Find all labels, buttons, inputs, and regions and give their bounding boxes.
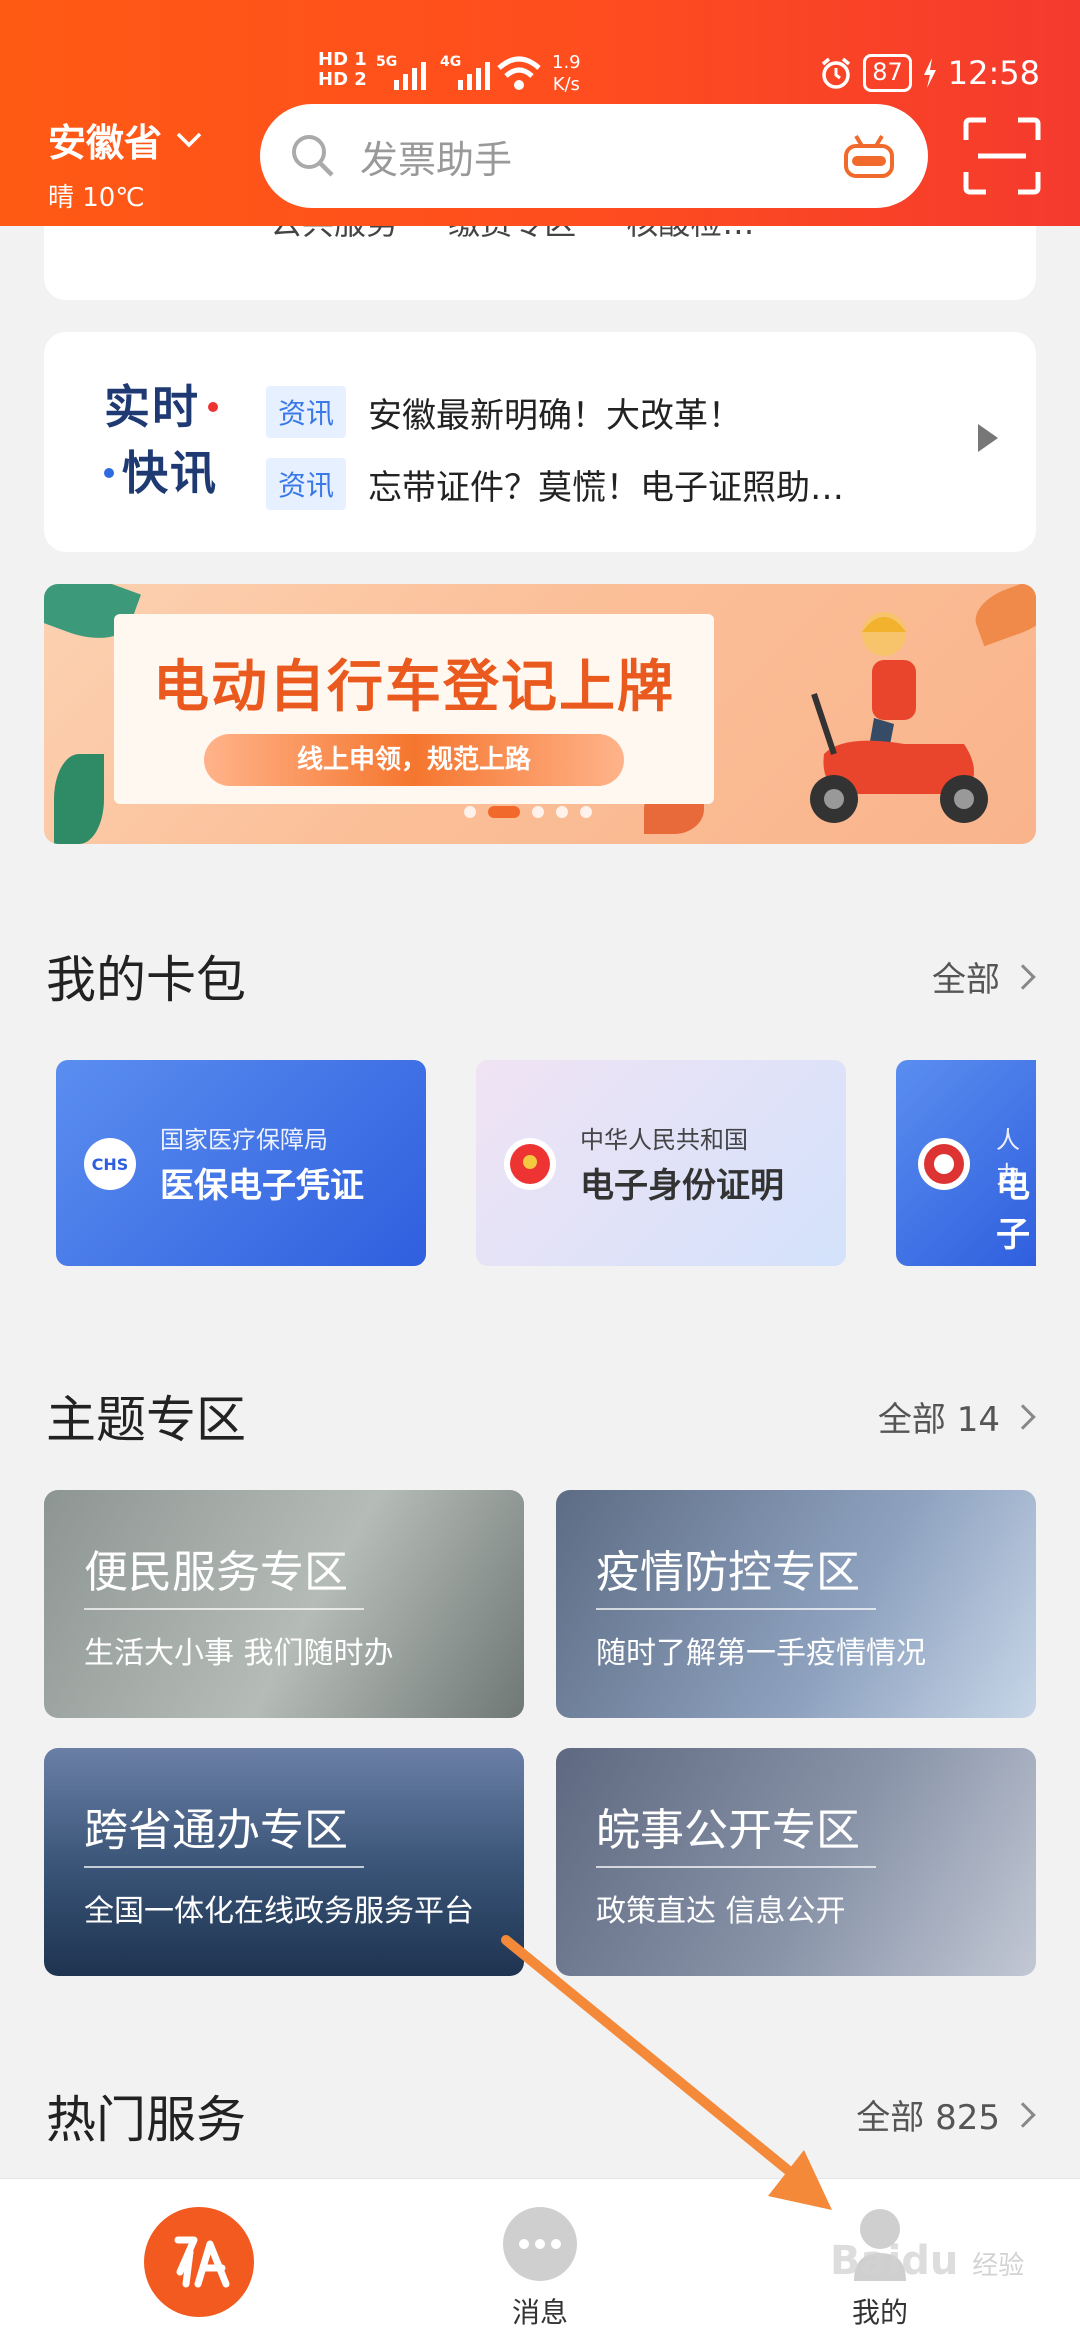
themes-more[interactable]: 全部 14 <box>877 1392 1036 1441</box>
wifi-icon <box>497 56 541 90</box>
signal1-icon <box>394 56 426 90</box>
theme-public-affairs[interactable]: 皖事公开专区 政策直达 信息公开 <box>556 1748 1036 1976</box>
search-icon <box>292 135 334 177</box>
news-headline: 安徽最新明确！大改革！ <box>368 395 743 436</box>
page-dot[interactable] <box>556 806 568 818</box>
news-flash-card[interactable]: 实时 快讯 资讯 安徽最新明确！大改革！ 资讯 忘带证件？莫慌！电子证照助… <box>44 332 1036 552</box>
page-dot[interactable] <box>464 806 476 818</box>
national-emblem-icon <box>504 1138 556 1190</box>
page-dot-active[interactable] <box>488 806 520 818</box>
alarm-icon <box>822 57 851 89</box>
theme-divider <box>84 1866 364 1868</box>
chs-emblem-icon: CHS <box>84 1138 136 1190</box>
clock-time: 12:58 <box>947 54 1040 92</box>
hot-services-title: 热门服务 <box>46 2091 246 2149</box>
theme-title: 跨省通办专区 <box>84 1805 348 1856</box>
news-tag: 资讯 <box>266 386 347 438</box>
chat-icon <box>503 2207 577 2281</box>
theme-cross-province[interactable]: 跨省通办专区 全国一体化在线政务服务平台 <box>44 1748 524 1976</box>
card-name: 电子 <box>996 1166 1030 1255</box>
status-right: 87 12:58 <box>819 54 1040 92</box>
theme-title: 便民服务专区 <box>84 1547 348 1598</box>
sim2-label: HD 2 <box>318 69 367 90</box>
charging-icon <box>923 58 936 88</box>
news-item[interactable]: 资讯 安徽最新明确！大改革！ <box>266 386 742 438</box>
battery-indicator: 87 <box>863 54 912 92</box>
hot-services-more[interactable]: 全部 825 <box>856 2090 1036 2139</box>
theme-subtitle: 随时了解第一手疫情情况 <box>596 1636 926 1671</box>
location-selector[interactable]: 安徽省 晴 10℃ <box>48 112 202 214</box>
app-header: HD 1 HD 2 5G 4G 1.9 K/s 87 12:58 安徽省 晴 1… <box>0 0 1080 226</box>
sim1-label: HD 1 <box>318 49 367 70</box>
chevron-down-icon <box>176 132 202 147</box>
page-dot[interactable] <box>580 806 592 818</box>
speed-unit: K/s <box>552 74 580 95</box>
news-item[interactable]: 资讯 忘带证件？莫慌！电子证照助… <box>266 458 844 510</box>
card-name: 医保电子凭证 <box>160 1166 364 1206</box>
news-headline: 忘带证件？莫慌！电子证照助… <box>368 467 845 508</box>
chevron-right-icon <box>1010 963 1036 990</box>
status-bar: HD 1 HD 2 5G 4G 1.9 K/s 87 12:58 <box>0 48 1080 108</box>
banner-pagination[interactable] <box>464 806 592 818</box>
banner-subtitle: 线上申领，规范上路 <box>204 734 624 786</box>
card-org: 国家医疗保障局 <box>160 1126 328 1154</box>
page-dot[interactable] <box>532 806 544 818</box>
card-name: 电子身份证明 <box>580 1166 784 1206</box>
wallet-card-medical[interactable]: CHS 国家医疗保障局 医保电子凭证 <box>56 1060 426 1266</box>
theme-divider <box>596 1866 876 1868</box>
theme-subtitle: 政策直达 信息公开 <box>596 1894 846 1929</box>
card-wallet-more[interactable]: 全部 <box>932 952 1036 1001</box>
scan-icon[interactable] <box>962 116 1042 196</box>
play-arrow-icon[interactable] <box>978 424 998 452</box>
theme-divider <box>596 1608 876 1610</box>
weather-text: 晴 10℃ <box>48 183 145 213</box>
speed-value: 1.9 <box>552 52 581 73</box>
card-wallet-title: 我的卡包 <box>46 951 246 1009</box>
wallet-card-id[interactable]: 中华人民共和国 电子身份证明 <box>476 1060 846 1266</box>
promo-banner[interactable]: 电动自行车登记上牌 线上申领，规范上路 <box>44 584 1036 844</box>
scooter-rider-illustration <box>810 612 988 823</box>
search-placeholder: 发票助手 <box>360 137 513 182</box>
network-speed: 1.9 K/s <box>552 52 581 96</box>
chevron-right-icon <box>1010 1403 1036 1430</box>
news-tag: 资讯 <box>266 458 347 510</box>
chevron-right-icon <box>1010 2101 1036 2128</box>
theme-subtitle: 全国一体化在线政务服务平台 <box>84 1894 474 1929</box>
news-flash-logo: 实时 快讯 <box>104 374 218 506</box>
logo-line2: 快讯 <box>122 446 218 500</box>
banner-panel: 电动自行车登记上牌 线上申领，规范上路 <box>114 614 714 804</box>
more-label: 全部 <box>932 960 1000 1000</box>
network-labels: HD 1 HD 2 <box>318 50 367 90</box>
robot-assistant-icon[interactable] <box>840 130 898 182</box>
baidu-watermark-logo: Baidu 经验 <box>830 2238 1025 2284</box>
messages-tab[interactable]: 消息 <box>480 2207 600 2331</box>
theme-convenience[interactable]: 便民服务专区 生活大小事 我们随时办 <box>44 1490 524 1718</box>
tab-label: 消息 <box>511 2296 568 2329</box>
logo-line1: 实时 <box>104 380 200 434</box>
theme-title: 皖事公开专区 <box>596 1805 860 1856</box>
more-label: 全部 14 <box>877 1400 1000 1440</box>
theme-title: 疫情防控专区 <box>596 1547 860 1598</box>
theme-epidemic[interactable]: 疫情防控专区 随时了解第一手疫情情况 <box>556 1490 1036 1718</box>
location-name: 安徽省 <box>48 121 163 165</box>
banner-title: 电动自行车登记上牌 <box>153 655 675 720</box>
theme-divider <box>84 1608 364 1610</box>
card-org: 中华人民共和国 <box>580 1126 748 1154</box>
home-logo-icon <box>174 2236 230 2288</box>
wallet-card-hr[interactable]: 人力 电子 <box>896 1060 1036 1266</box>
tab-label: 我的 <box>851 2296 908 2329</box>
home-tab[interactable] <box>144 2207 254 2317</box>
hr-emblem-icon <box>918 1138 970 1190</box>
themes-title: 主题专区 <box>46 1391 246 1449</box>
signal2-icon <box>458 56 490 90</box>
theme-subtitle: 生活大小事 我们随时办 <box>84 1636 394 1671</box>
more-label: 全部 825 <box>856 2098 1000 2138</box>
search-bar[interactable]: 发票助手 <box>260 104 928 208</box>
leaf-decoration <box>54 754 104 844</box>
